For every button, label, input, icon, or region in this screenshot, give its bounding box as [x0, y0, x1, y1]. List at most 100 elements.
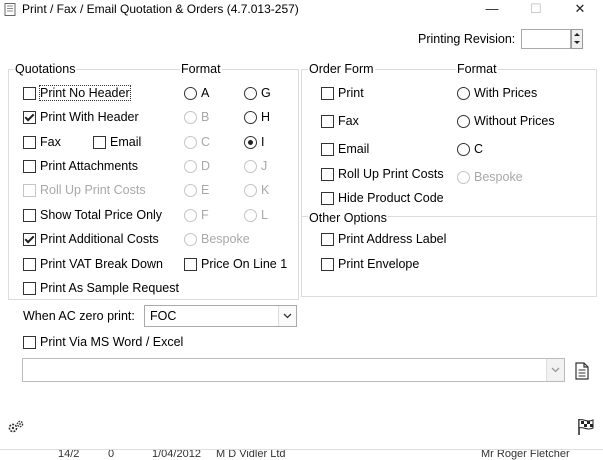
order-format-bespoke-label: Bespoke [474, 170, 523, 184]
order-print-label[interactable]: Print [338, 86, 364, 100]
print-as-sample-request-label[interactable]: Print As Sample Request [40, 281, 179, 295]
format-a-radio[interactable] [184, 87, 197, 100]
format-b-label: B [201, 110, 210, 124]
print-additional-costs-label[interactable]: Print Additional Costs [40, 232, 159, 246]
background-cell: 1/04/2012 [152, 449, 201, 460]
order-format-bespoke-radio [457, 171, 470, 184]
ac-zero-dropdown-button[interactable] [278, 306, 296, 326]
roll-up-print-costs-checkbox [23, 184, 36, 197]
order-roll-up-print-costs-checkbox[interactable] [321, 168, 334, 181]
printing-revision-spinner[interactable] [571, 29, 583, 49]
maximize-button: ☐ [530, 1, 542, 16]
minimize-button[interactable]: — [472, 0, 512, 20]
order-format-c-label[interactable]: C [474, 142, 483, 156]
format-bespoke-label: Bespoke [201, 232, 250, 246]
show-total-price-only-label[interactable]: Show Total Price Only [40, 208, 162, 222]
finish-flag-icon[interactable] [577, 418, 595, 436]
quotations-format-title: Format [180, 62, 222, 76]
print-via-ms-word-label[interactable]: Print Via MS Word / Excel [40, 335, 183, 349]
order-form-format-title: Format [456, 62, 498, 76]
format-c-radio [184, 136, 197, 149]
order-fax-checkbox[interactable] [321, 115, 334, 128]
format-g-label[interactable]: G [261, 86, 271, 100]
background-cell: 14/2 [58, 449, 80, 460]
print-envelope-label[interactable]: Print Envelope [338, 257, 419, 271]
show-total-price-only-checkbox[interactable] [23, 209, 36, 222]
format-l-radio [244, 209, 257, 222]
print-attachments-label[interactable]: Print Attachments [40, 159, 138, 173]
format-f-label: F [201, 208, 209, 222]
document-select[interactable] [22, 358, 565, 382]
print-address-label-checkbox[interactable] [321, 233, 334, 246]
format-g-radio[interactable] [244, 87, 257, 100]
format-k-label: K [261, 183, 270, 197]
order-form-group-title: Order Form [308, 62, 375, 76]
order-print-checkbox[interactable] [321, 87, 334, 100]
document-dropdown-button[interactable] [546, 359, 564, 381]
print-no-header-label[interactable]: Print No Header [39, 85, 131, 101]
format-a-label[interactable]: A [201, 86, 209, 100]
format-l-label: L [261, 208, 268, 222]
format-i-radio[interactable] [244, 136, 257, 149]
print-address-label-label[interactable]: Print Address Label [338, 232, 446, 246]
order-roll-up-print-costs-label[interactable]: Roll Up Print Costs [338, 167, 444, 181]
order-format-c-radio[interactable] [457, 143, 470, 156]
without-prices-label[interactable]: Without Prices [474, 114, 555, 128]
print-vat-break-down-checkbox[interactable] [23, 258, 36, 271]
title-bar[interactable]: Print / Fax / Email Quotation & Orders (… [0, 0, 603, 20]
format-h-label[interactable]: H [261, 110, 270, 124]
format-e-label: E [201, 183, 210, 197]
fax-label[interactable]: Fax [40, 135, 61, 149]
chevron-down-icon [283, 313, 292, 319]
order-fax-label[interactable]: Fax [338, 114, 359, 128]
spin-down-icon[interactable] [573, 40, 581, 45]
format-c-label: C [201, 135, 211, 149]
format-i-label[interactable]: I [261, 135, 264, 149]
printing-revision-label: Printing Revision: [418, 32, 516, 46]
print-no-header-checkbox[interactable] [23, 87, 36, 100]
settings-gears-icon[interactable] [7, 419, 25, 435]
fax-checkbox[interactable] [23, 136, 36, 149]
background-cell: M D Vidler Ltd [216, 449, 286, 460]
format-bespoke-radio [184, 233, 197, 246]
email-checkbox[interactable] [93, 136, 106, 149]
print-attachments-checkbox[interactable] [23, 160, 36, 173]
roll-up-print-costs-label: Roll Up Print Costs [40, 183, 146, 197]
print-envelope-checkbox[interactable] [321, 258, 334, 271]
order-email-label[interactable]: Email [338, 142, 369, 156]
format-d-radio [184, 160, 197, 173]
format-j-label: J [261, 159, 268, 173]
spin-up-icon[interactable] [573, 32, 581, 37]
format-h-radio[interactable] [244, 111, 257, 124]
ac-zero-print-select[interactable]: FOC [144, 305, 297, 327]
email-label[interactable]: Email [110, 135, 141, 149]
print-via-ms-word-checkbox[interactable] [23, 336, 36, 349]
document-icon[interactable] [574, 362, 590, 380]
price-on-line-1-label[interactable]: Price On Line 1 [201, 257, 287, 271]
with-prices-label[interactable]: With Prices [474, 86, 537, 100]
app-icon [4, 3, 16, 16]
close-button[interactable]: ✕ [560, 0, 600, 20]
ac-zero-print-label: When AC zero print: [23, 309, 135, 323]
background-cell: Mr Roger Fletcher [481, 449, 570, 460]
quotations-group-title: Quotations [14, 62, 77, 76]
without-prices-radio[interactable] [457, 115, 470, 128]
price-on-line-1-checkbox[interactable] [184, 258, 197, 271]
other-options-title: Other Options [308, 211, 388, 225]
hide-product-code-label[interactable]: Hide Product Code [338, 191, 444, 205]
print-with-header-checkbox[interactable] [23, 111, 36, 124]
format-k-radio [244, 184, 257, 197]
print-additional-costs-checkbox[interactable] [23, 233, 36, 246]
format-j-radio [244, 160, 257, 173]
with-prices-radio[interactable] [457, 87, 470, 100]
print-as-sample-request-checkbox[interactable] [23, 282, 36, 295]
background-cell: 0 [108, 449, 115, 460]
format-b-radio [184, 111, 197, 124]
window-title: Print / Fax / Email Quotation & Orders (… [22, 2, 299, 16]
order-email-checkbox[interactable] [321, 143, 334, 156]
format-f-radio [184, 209, 197, 222]
print-with-header-label[interactable]: Print With Header [40, 110, 139, 124]
hide-product-code-checkbox[interactable] [321, 192, 334, 205]
print-vat-break-down-label[interactable]: Print VAT Break Down [40, 257, 163, 271]
printing-revision-field[interactable] [521, 29, 571, 49]
